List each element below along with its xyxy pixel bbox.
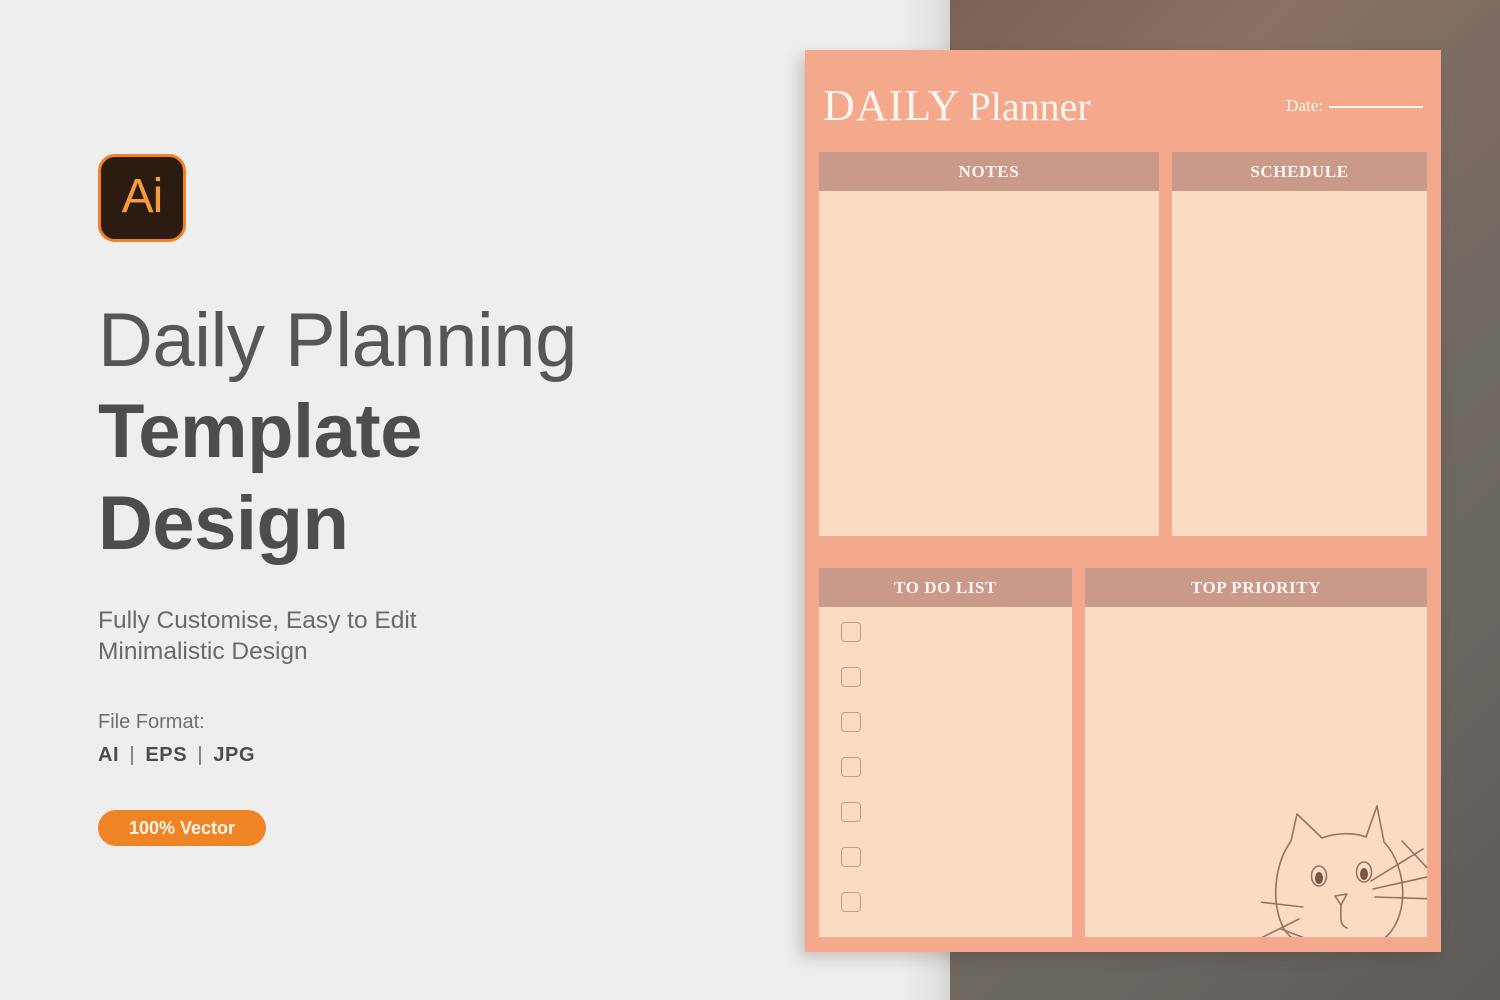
daily-planner-card: DAILY Planner Date: NOTES SCHEDULE TO DO … — [805, 50, 1441, 952]
section-top-priority: TOP PRIORITY — [1085, 568, 1427, 937]
adobe-illustrator-icon-label: Ai — [121, 170, 164, 224]
section-top-priority-body[interactable] — [1085, 607, 1427, 937]
planner-title-daily: DAILY — [823, 81, 961, 130]
todo-checkbox[interactable] — [841, 802, 861, 822]
section-schedule-header: SCHEDULE — [1172, 152, 1427, 191]
todo-checkbox[interactable] — [841, 712, 861, 732]
file-format-separator-2: | — [197, 744, 204, 766]
file-format-label: File Format: — [98, 711, 205, 733]
file-format-eps: EPS — [145, 744, 188, 766]
todo-checkbox[interactable] — [841, 757, 861, 777]
section-notes-body[interactable] — [819, 191, 1159, 536]
headline-line-3: Design — [98, 481, 349, 566]
file-format-separator-1: | — [129, 744, 136, 766]
todo-checkbox[interactable] — [841, 622, 861, 642]
section-todo-list-body[interactable] — [819, 607, 1072, 937]
file-format-values: AI | EPS | JPG — [98, 744, 255, 767]
poster-canvas: Ai Daily Planning Template Design Fully … — [0, 0, 1500, 1000]
page-title: Daily Planning Template Design — [98, 296, 798, 570]
subtitle-line-1: Fully Customise, Easy to Edit — [98, 607, 417, 634]
section-todo-list: TO DO LIST — [819, 568, 1072, 937]
section-todo-list-header: TO DO LIST — [819, 568, 1072, 607]
todo-checkbox[interactable] — [841, 892, 861, 912]
headline-line-1: Daily Planning — [98, 298, 577, 383]
date-field[interactable]: Date: — [1286, 96, 1423, 116]
cat-face-icon — [1261, 805, 1427, 937]
section-schedule-body[interactable] — [1172, 191, 1427, 536]
section-schedule: SCHEDULE — [1172, 152, 1427, 536]
adobe-illustrator-icon: Ai — [98, 154, 186, 242]
subtitle-line-2: Minimalistic Design — [98, 638, 308, 665]
date-write-line[interactable] — [1329, 106, 1423, 108]
planner-title-planner: Planner — [968, 84, 1091, 129]
date-label: Date: — [1286, 96, 1323, 115]
info-column: Ai Daily Planning Template Design Fully … — [98, 0, 798, 1000]
subtitle: Fully Customise, Easy to Edit Minimalist… — [98, 605, 658, 667]
headline-line-2: Template — [98, 389, 423, 474]
section-top-priority-header: TOP PRIORITY — [1085, 568, 1427, 607]
todo-checkbox[interactable] — [841, 847, 861, 867]
file-format-ai: AI — [98, 744, 120, 766]
section-notes: NOTES — [819, 152, 1159, 536]
file-format-jpg: JPG — [213, 744, 256, 766]
planner-title: DAILY Planner — [823, 80, 1091, 131]
vector-badge: 100% Vector — [98, 810, 266, 846]
todo-checkbox[interactable] — [841, 667, 861, 687]
section-notes-header: NOTES — [819, 152, 1159, 191]
